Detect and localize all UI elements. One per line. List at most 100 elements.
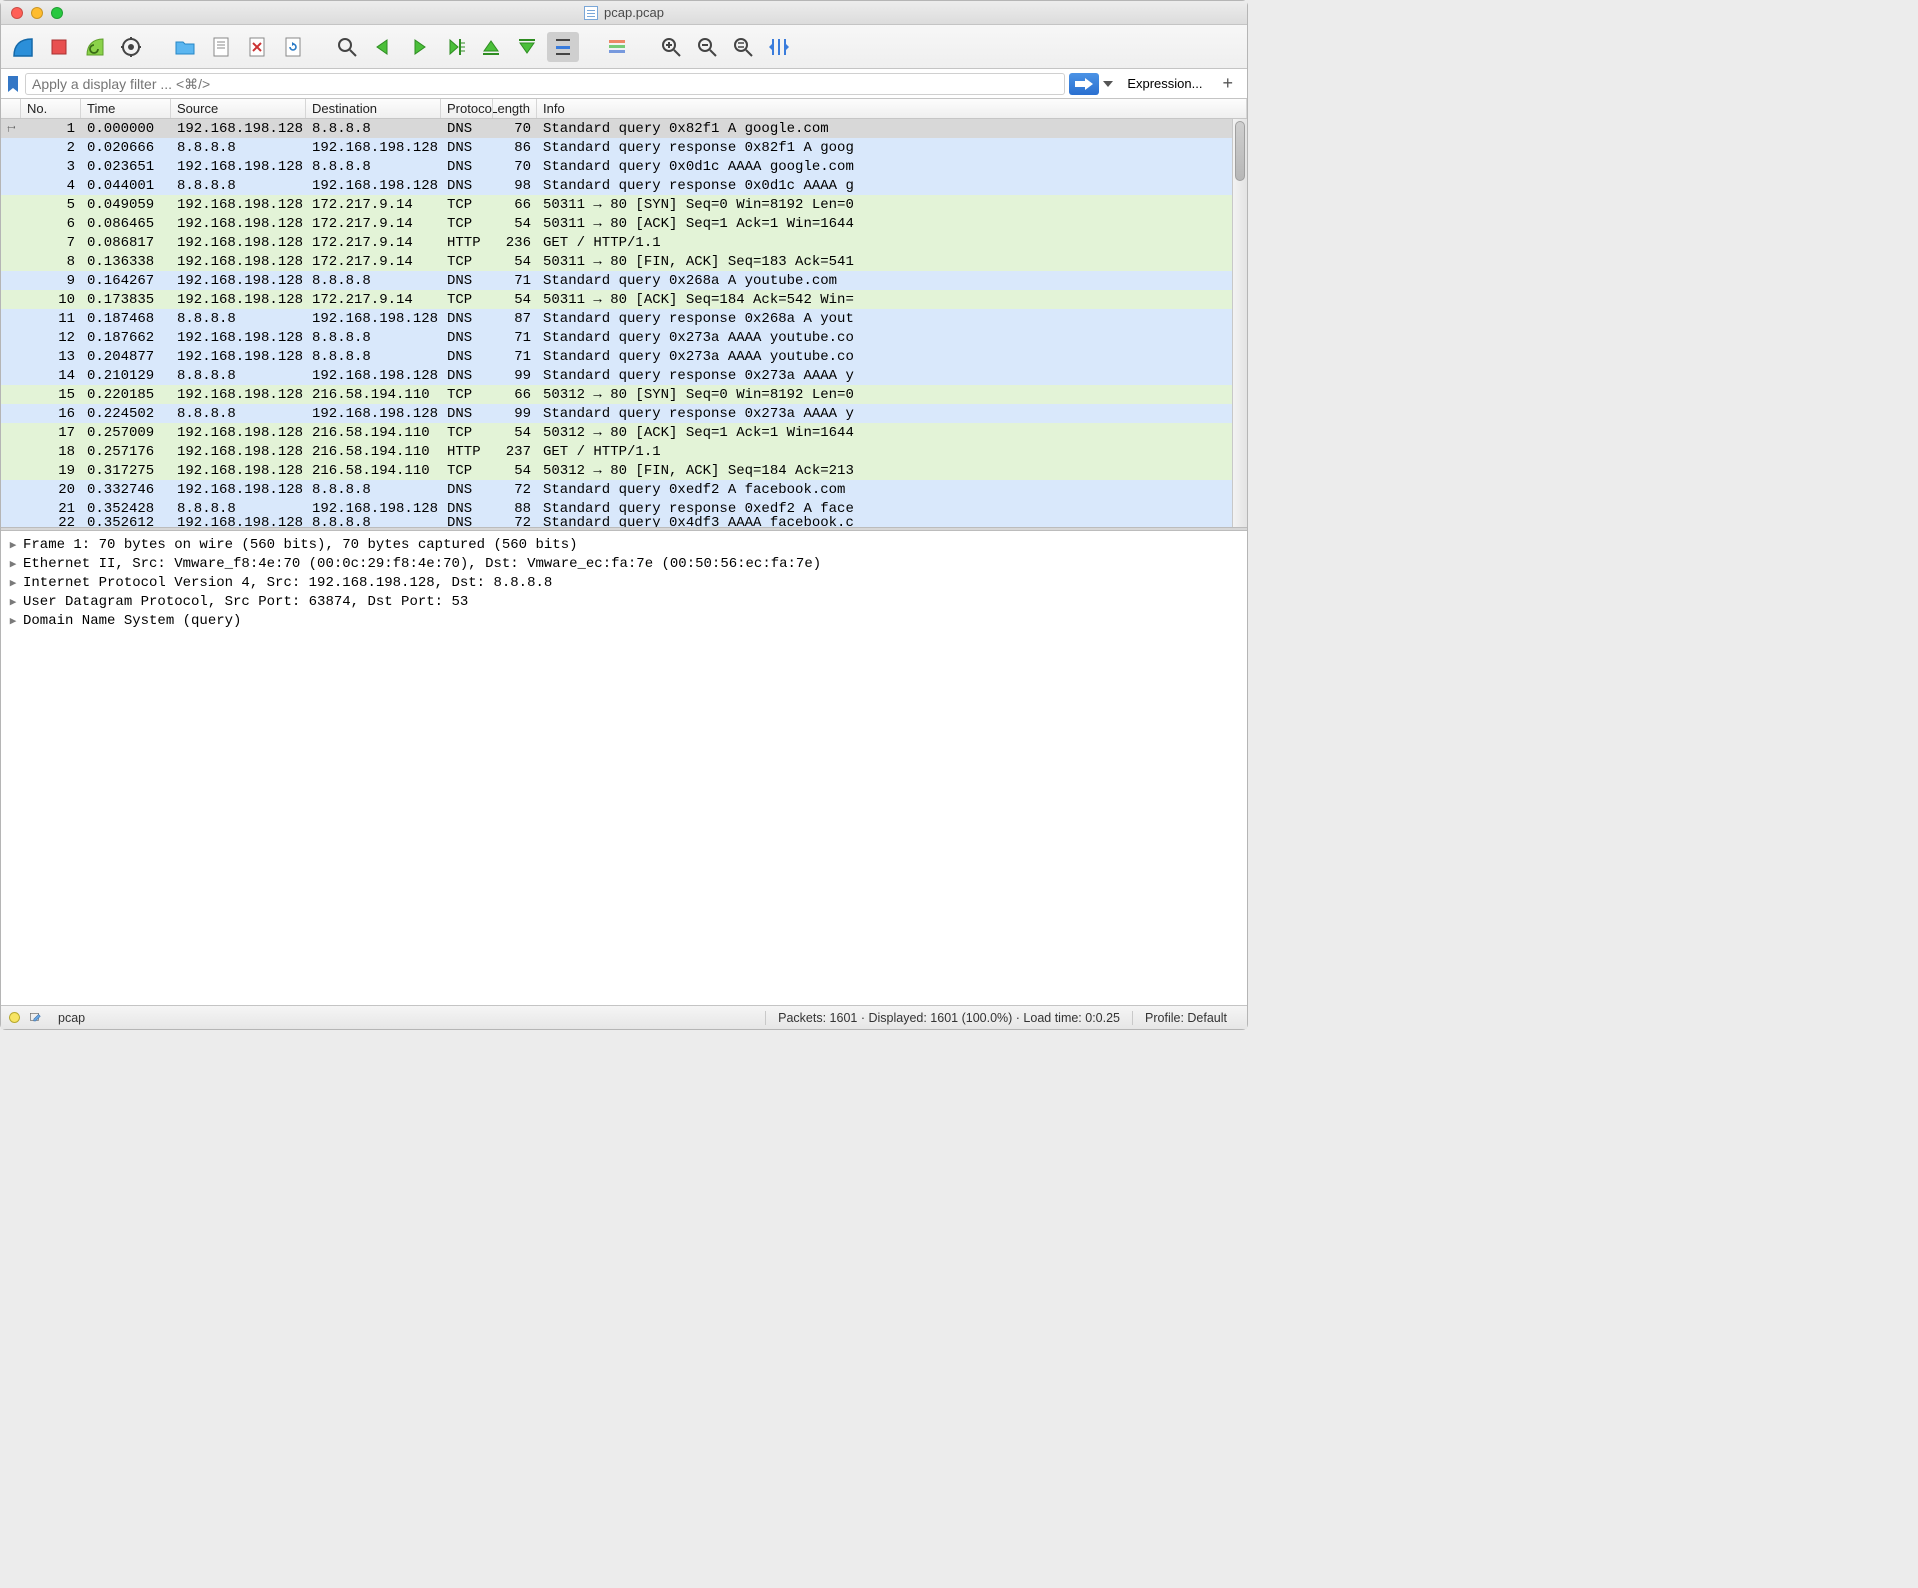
packet-row[interactable]: 120.187662192.168.198.1288.8.8.8DNS71Sta…: [1, 328, 1247, 347]
expand-triangle-icon[interactable]: ▶: [7, 557, 19, 571]
packet-cell: 0.023651: [81, 159, 171, 175]
packet-row[interactable]: 30.023651192.168.198.1288.8.8.8DNS70Stan…: [1, 157, 1247, 176]
detail-tree-row[interactable]: ▶Internet Protocol Version 4, Src: 192.1…: [7, 573, 1241, 592]
go-first-icon[interactable]: [475, 32, 507, 62]
packet-cell: 50311 → 80 [ACK] Seq=1 Ack=1 Win=1644: [537, 216, 1247, 232]
packet-cell: Standard query 0x82f1 A google.com: [537, 121, 1247, 137]
header-no[interactable]: No.: [21, 99, 81, 118]
packet-cell: 8.8.8.8: [171, 311, 306, 327]
scrollbar-thumb[interactable]: [1235, 121, 1245, 181]
packet-row[interactable]: 160.2245028.8.8.8192.168.198.128DNS99Sta…: [1, 404, 1247, 423]
packet-row[interactable]: 100.173835192.168.198.128172.217.9.14TCP…: [1, 290, 1247, 309]
expand-triangle-icon[interactable]: ▶: [7, 538, 19, 552]
apply-filter-button[interactable]: [1069, 73, 1099, 95]
detail-tree-row[interactable]: ▶User Datagram Protocol, Src Port: 63874…: [7, 592, 1241, 611]
close-file-icon[interactable]: [241, 32, 273, 62]
detail-tree-row[interactable]: ▶Frame 1: 70 bytes on wire (560 bits), 7…: [7, 535, 1241, 554]
go-to-packet-icon[interactable]: [439, 32, 471, 62]
packet-row[interactable]: 190.317275192.168.198.128216.58.194.110T…: [1, 461, 1247, 480]
packet-row[interactable]: 140.2101298.8.8.8192.168.198.128DNS99Sta…: [1, 366, 1247, 385]
expand-triangle-icon[interactable]: ▶: [7, 576, 19, 590]
status-profile[interactable]: Profile: Default: [1132, 1011, 1239, 1025]
packet-row[interactable]: 170.257009192.168.198.128216.58.194.110T…: [1, 423, 1247, 442]
header-source[interactable]: Source: [171, 99, 306, 118]
packet-cell: 13: [21, 349, 81, 365]
header-info[interactable]: Info: [537, 99, 1247, 118]
packet-row[interactable]: 220.352612192.168.198.1288.8.8.8DNS72Sta…: [1, 518, 1247, 527]
packet-row[interactable]: 50.049059192.168.198.128172.217.9.14TCP6…: [1, 195, 1247, 214]
packet-list-scrollbar[interactable]: [1232, 119, 1247, 527]
detail-tree-row[interactable]: ▶Domain Name System (query): [7, 611, 1241, 630]
packet-cell: 54: [493, 463, 537, 479]
packet-cell: 216.58.194.110: [306, 387, 441, 403]
packet-row[interactable]: 60.086465192.168.198.128172.217.9.14TCP5…: [1, 214, 1247, 233]
packet-cell: 18: [21, 444, 81, 460]
save-file-icon[interactable]: [205, 32, 237, 62]
packet-details-pane[interactable]: ▶Frame 1: 70 bytes on wire (560 bits), 7…: [1, 531, 1247, 1005]
packet-row[interactable]: 80.136338192.168.198.128172.217.9.14TCP5…: [1, 252, 1247, 271]
packet-cell: 0.187662: [81, 330, 171, 346]
find-packet-icon[interactable]: [331, 32, 363, 62]
zoom-reset-icon[interactable]: [727, 32, 759, 62]
expression-button[interactable]: Expression...: [1117, 76, 1212, 91]
packet-row[interactable]: 130.204877192.168.198.1288.8.8.8DNS71Sta…: [1, 347, 1247, 366]
packet-row[interactable]: 110.1874688.8.8.8192.168.198.128DNS87Sta…: [1, 309, 1247, 328]
colorize-icon[interactable]: [601, 32, 633, 62]
packet-cell: 0.086817: [81, 235, 171, 251]
packet-cell: 237: [493, 444, 537, 460]
restart-capture-icon[interactable]: [79, 32, 111, 62]
expert-info-icon[interactable]: [9, 1012, 20, 1023]
wireshark-fin-icon[interactable]: [7, 32, 39, 62]
header-destination[interactable]: Destination: [306, 99, 441, 118]
packet-row[interactable]: 10.000000192.168.198.1288.8.8.8DNS70Stan…: [1, 119, 1247, 138]
header-protocol[interactable]: Protocol: [441, 99, 493, 118]
resize-columns-icon[interactable]: [763, 32, 795, 62]
row-marker: [1, 122, 21, 136]
display-filter-input[interactable]: [25, 73, 1065, 95]
packet-cell: 8.8.8.8: [306, 482, 441, 498]
expand-triangle-icon[interactable]: ▶: [7, 595, 19, 609]
packet-cell: Standard query 0x268a A youtube.com: [537, 273, 1247, 289]
open-file-icon[interactable]: [169, 32, 201, 62]
filter-bookmark-icon[interactable]: [5, 73, 21, 95]
packet-row[interactable]: 20.0206668.8.8.8192.168.198.128DNS86Stan…: [1, 138, 1247, 157]
filter-history-dropdown[interactable]: [1099, 73, 1117, 95]
packet-cell: TCP: [441, 197, 493, 213]
packet-row[interactable]: 70.086817192.168.198.128172.217.9.14HTTP…: [1, 233, 1247, 252]
packet-cell: 192.168.198.128: [171, 197, 306, 213]
packet-cell: 5: [21, 197, 81, 213]
zoom-out-icon[interactable]: [691, 32, 723, 62]
packet-cell: DNS: [441, 482, 493, 498]
packet-cell: Standard query 0x273a AAAA youtube.co: [537, 330, 1247, 346]
zoom-in-icon[interactable]: [655, 32, 687, 62]
header-length[interactable]: Length: [493, 99, 537, 118]
expand-triangle-icon[interactable]: ▶: [7, 614, 19, 628]
packet-cell: 172.217.9.14: [306, 235, 441, 251]
go-last-icon[interactable]: [511, 32, 543, 62]
reload-file-icon[interactable]: [277, 32, 309, 62]
edit-capture-comment-icon[interactable]: [28, 1011, 42, 1025]
stop-capture-icon[interactable]: [43, 32, 75, 62]
packet-cell: 0.332746: [81, 482, 171, 498]
packet-row[interactable]: 200.332746192.168.198.1288.8.8.8DNS72Sta…: [1, 480, 1247, 499]
detail-tree-row[interactable]: ▶Ethernet II, Src: Vmware_f8:4e:70 (00:0…: [7, 554, 1241, 573]
packet-cell: 216.58.194.110: [306, 425, 441, 441]
go-back-icon[interactable]: [367, 32, 399, 62]
packet-row[interactable]: 150.220185192.168.198.128216.58.194.110T…: [1, 385, 1247, 404]
auto-scroll-icon[interactable]: [547, 32, 579, 62]
packet-cell: 50312 → 80 [SYN] Seq=0 Win=8192 Len=0: [537, 387, 1247, 403]
packet-row[interactable]: 180.257176192.168.198.128216.58.194.110H…: [1, 442, 1247, 461]
add-filter-button[interactable]: +: [1212, 73, 1243, 94]
packet-cell: 50312 → 80 [ACK] Seq=1 Ack=1 Win=1644: [537, 425, 1247, 441]
packet-list-body[interactable]: 10.000000192.168.198.1288.8.8.8DNS70Stan…: [1, 119, 1247, 527]
packet-row[interactable]: 40.0440018.8.8.8192.168.198.128DNS98Stan…: [1, 176, 1247, 195]
packet-cell: 192.168.198.128: [171, 482, 306, 498]
capture-options-icon[interactable]: [115, 32, 147, 62]
header-time[interactable]: Time: [81, 99, 171, 118]
go-forward-icon[interactable]: [403, 32, 435, 62]
packet-cell: 9: [21, 273, 81, 289]
packet-cell: 172.217.9.14: [306, 216, 441, 232]
packet-cell: 3: [21, 159, 81, 175]
packet-row[interactable]: 90.164267192.168.198.1288.8.8.8DNS71Stan…: [1, 271, 1247, 290]
packet-cell: 50311 → 80 [ACK] Seq=184 Ack=542 Win=: [537, 292, 1247, 308]
